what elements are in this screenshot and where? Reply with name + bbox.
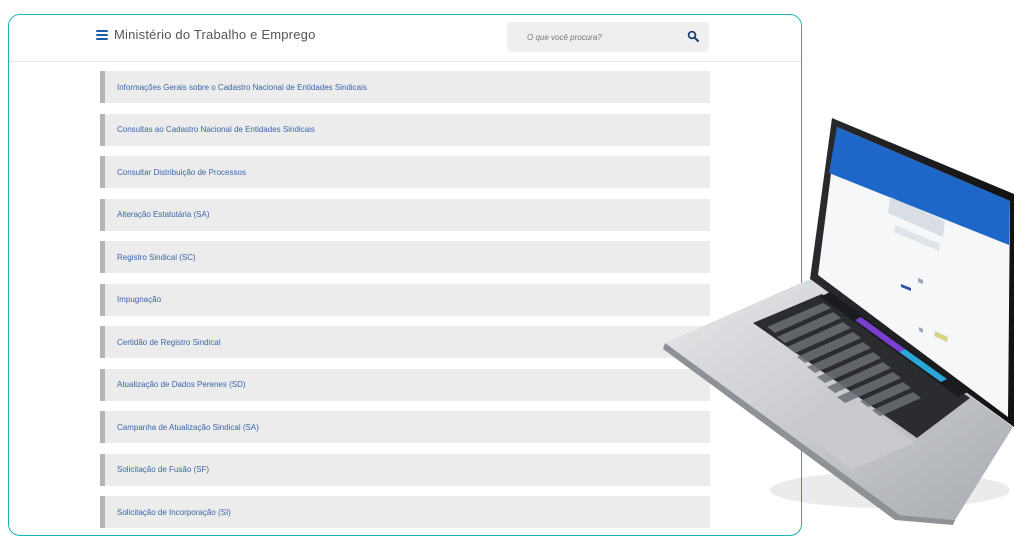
list-item[interactable]: Solicitação de Incorporação (SI) bbox=[100, 496, 710, 528]
list-item[interactable]: Consultas ao Cadastro Nacional de Entida… bbox=[100, 113, 710, 146]
hamburger-menu-icon[interactable] bbox=[96, 29, 108, 40]
list-item[interactable]: Atualização de Dados Perenes (SD) bbox=[100, 368, 710, 401]
list-item-label[interactable]: Registro Sindical (SC) bbox=[117, 253, 196, 262]
list-item-label[interactable]: Impugnação bbox=[117, 295, 161, 304]
list-item-label[interactable]: Atualização de Dados Perenes (SD) bbox=[117, 380, 246, 389]
list-item[interactable]: Alteração Estatutária (SA) bbox=[100, 198, 710, 231]
list-item[interactable]: Registro Sindical (SC) bbox=[100, 241, 710, 273]
service-list: Informações Gerais sobre o Cadastro Naci… bbox=[100, 71, 710, 535]
search-input[interactable] bbox=[525, 31, 679, 43]
list-item-label[interactable]: Informações Gerais sobre o Cadastro Naci… bbox=[117, 83, 367, 92]
list-item-label[interactable]: Solicitação de Fusão (SF) bbox=[117, 465, 209, 474]
list-item[interactable]: Solicitação de Fusão (SF) bbox=[100, 453, 710, 486]
list-item[interactable]: Consultar Distribuição de Processos bbox=[100, 156, 710, 188]
list-item-label[interactable]: Certidão de Registro Sindical bbox=[117, 338, 221, 347]
search-box bbox=[507, 22, 709, 52]
site-title[interactable]: Ministério do Trabalho e Emprego bbox=[114, 27, 316, 42]
list-item-label[interactable]: Consultar Distribuição de Processos bbox=[117, 168, 246, 177]
list-item[interactable]: Impugnação bbox=[100, 283, 710, 316]
list-item-label[interactable]: Campanha de Atualização Sindical (SA) bbox=[117, 423, 259, 432]
list-item-label[interactable]: Solicitação de Incorporação (SI) bbox=[117, 508, 231, 517]
list-item-label[interactable]: Alteração Estatutária (SA) bbox=[117, 210, 209, 219]
brand: Ministério do Trabalho e Emprego bbox=[96, 27, 316, 42]
list-item[interactable]: Campanha de Atualização Sindical (SA) bbox=[100, 411, 710, 443]
list-item[interactable]: Informações Gerais sobre o Cadastro Naci… bbox=[100, 71, 710, 103]
laptop-illustration bbox=[663, 118, 1014, 525]
site-header: Ministério do Trabalho e Emprego bbox=[9, 15, 801, 62]
search-icon[interactable] bbox=[687, 30, 699, 42]
list-item-label[interactable]: Consultas ao Cadastro Nacional de Entida… bbox=[117, 125, 315, 134]
list-item[interactable]: Certidão de Registro Sindical bbox=[100, 326, 710, 358]
